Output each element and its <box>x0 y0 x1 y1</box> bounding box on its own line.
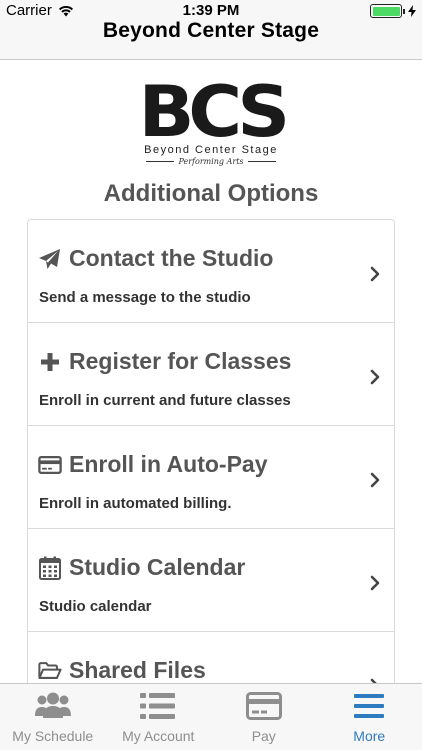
option-description: Enroll in current and future classes <box>39 392 291 409</box>
tab-label: Pay <box>251 728 276 744</box>
option-studio-calendar[interactable]: Studio Calendar Studio calendar <box>28 529 394 632</box>
folder-open-icon <box>38 659 62 683</box>
nav-title: Beyond Center Stage <box>102 19 320 42</box>
navigation-bar: Beyond Center Stage <box>0 20 422 60</box>
option-description: Enroll in automated billing. <box>39 495 232 512</box>
tab-my-account[interactable]: My Account <box>106 684 212 750</box>
option-title: Contact the Studio <box>69 245 274 271</box>
calendar-icon <box>38 556 62 580</box>
tab-bar: My Schedule My Account Pay More <box>0 683 422 750</box>
studio-logo: BCS Beyond Center Stage Performing Arts <box>0 71 422 170</box>
logo-divider: Performing Arts <box>146 157 276 166</box>
status-bar: Carrier 1:39 PM <box>0 0 422 20</box>
charging-bolt-icon <box>408 5 416 17</box>
users-icon <box>34 690 71 722</box>
option-title: Register for Classes <box>69 348 292 374</box>
option-register-classes[interactable]: Register for Classes Enroll in current a… <box>28 323 394 426</box>
hamburger-menu-icon <box>354 690 385 722</box>
logo-tagline: Performing Arts <box>178 157 244 166</box>
tab-my-schedule[interactable]: My Schedule <box>0 684 106 750</box>
option-description: Send a message to the studio <box>39 289 251 306</box>
option-description: Studio calendar <box>39 598 152 615</box>
battery-indicator <box>370 4 416 18</box>
logo-mark: BCS <box>138 71 290 153</box>
tab-pay[interactable]: Pay <box>211 684 317 750</box>
options-list: Contact the Studio Send a message to the… <box>27 219 395 689</box>
option-contact-studio[interactable]: Contact the Studio Send a message to the… <box>28 220 394 323</box>
chevron-right-icon <box>370 472 380 488</box>
plus-icon <box>38 350 62 374</box>
tab-more[interactable]: More <box>317 684 422 750</box>
tab-label: My Account <box>122 728 195 744</box>
section-title: Additional Options <box>103 180 319 207</box>
tab-label: My Schedule <box>12 728 94 744</box>
tab-label: More <box>353 728 386 744</box>
option-enroll-autopay[interactable]: Enroll in Auto-Pay Enroll in automated b… <box>28 426 394 529</box>
battery-icon <box>370 4 402 18</box>
option-title: Shared Files <box>69 657 206 683</box>
option-title: Enroll in Auto-Pay <box>69 451 268 477</box>
chevron-right-icon <box>370 266 380 282</box>
chevron-right-icon <box>370 369 380 385</box>
option-shared-files[interactable]: Shared Files <box>28 632 394 688</box>
credit-card-icon <box>38 453 62 477</box>
chevron-right-icon <box>370 575 380 591</box>
list-icon <box>140 690 176 722</box>
credit-card-icon <box>245 690 282 722</box>
option-title: Studio Calendar <box>69 554 246 580</box>
paper-plane-icon <box>38 247 62 271</box>
status-time: 1:39 PM <box>182 2 240 19</box>
